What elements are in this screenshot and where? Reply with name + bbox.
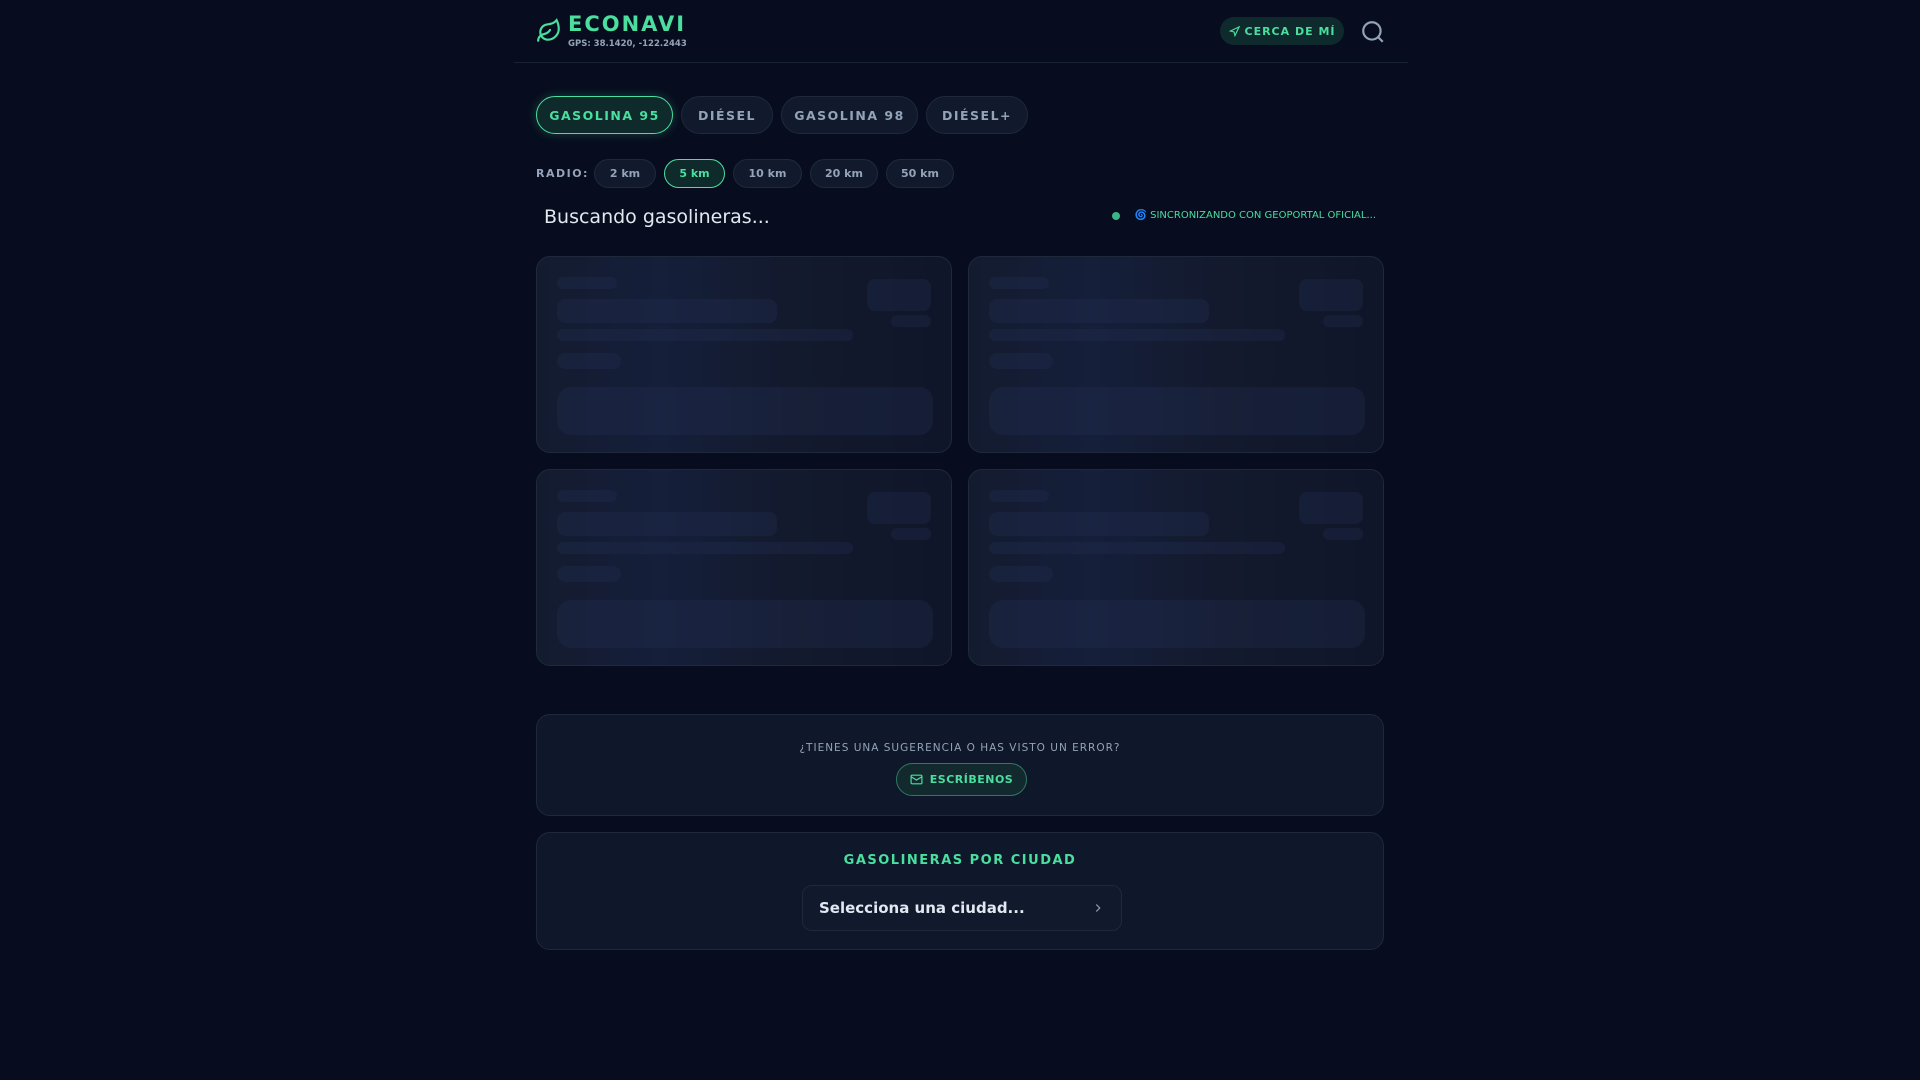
- feedback-question: ¿TIENES UNA SUGERENCIA O HAS VISTO UN ER…: [799, 742, 1121, 754]
- leaf-icon: [537, 18, 560, 42]
- cities-panel: GASOLINERAS POR CIUDAD Selecciona una ci…: [536, 832, 1384, 950]
- radius-50km[interactable]: 50 km: [886, 159, 954, 188]
- radius-2km[interactable]: 2 km: [594, 159, 656, 188]
- radius-5km[interactable]: 5 km: [664, 159, 725, 188]
- navigation-icon: [1228, 25, 1240, 37]
- radius-label: RADIO:: [536, 167, 589, 180]
- sync-text: 🌀 SINCRONIZANDO CON GEOPORTAL OFICIAL...: [1134, 210, 1376, 221]
- radius-10km[interactable]: 10 km: [733, 159, 802, 188]
- fuel-tab-gasolina-95[interactable]: GASOLINA 95: [536, 96, 673, 134]
- write-us-button[interactable]: ESCRÍBENOS: [896, 763, 1027, 796]
- mail-icon: [910, 774, 923, 785]
- brand-name[interactable]: ECONAVI: [568, 12, 686, 36]
- city-select-placeholder: Selecciona una ciudad...: [819, 899, 1025, 917]
- write-us-label: ESCRÍBENOS: [929, 773, 1014, 786]
- header: ECONAVI GPS: 38.1420, -122.2443 CERCA DE…: [514, 0, 1408, 63]
- status-title: Buscando gasolineras...: [544, 206, 770, 228]
- loading-card-skeleton: [968, 256, 1384, 453]
- loading-card-skeleton: [536, 469, 952, 666]
- cities-title: GASOLINERAS POR CIUDAD: [843, 853, 1077, 868]
- gps-coordinates: GPS: 38.1420, -122.2443: [568, 39, 687, 49]
- search-icon[interactable]: [1360, 19, 1386, 45]
- near-me-button[interactable]: CERCA DE MÍ: [1220, 17, 1344, 45]
- fuel-tab-gasolina-98[interactable]: GASOLINA 98: [781, 96, 918, 134]
- fuel-tab-diesel-plus[interactable]: DIÉSEL+: [926, 96, 1028, 134]
- loading-card-skeleton: [536, 256, 952, 453]
- sync-status: 🌀 SINCRONIZANDO CON GEOPORTAL OFICIAL...: [1112, 210, 1376, 221]
- fuel-tab-diesel[interactable]: DIÉSEL: [681, 96, 773, 134]
- city-select[interactable]: Selecciona una ciudad...: [802, 885, 1122, 931]
- radius-20km[interactable]: 20 km: [810, 159, 878, 188]
- loading-card-skeleton: [968, 469, 1384, 666]
- status-dot: [1112, 211, 1121, 220]
- near-me-label: CERCA DE MÍ: [1244, 24, 1336, 38]
- chevron-right-icon: [1095, 904, 1101, 912]
- feedback-panel: ¿TIENES UNA SUGERENCIA O HAS VISTO UN ER…: [536, 714, 1384, 816]
